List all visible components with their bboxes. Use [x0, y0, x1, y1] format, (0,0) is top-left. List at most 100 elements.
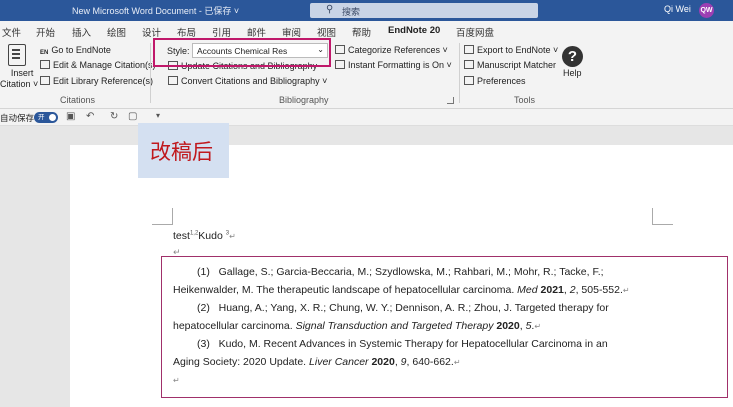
dialog-launcher-icon[interactable]: [447, 97, 454, 104]
tab-baidu[interactable]: 百度网盘: [456, 25, 494, 39]
reference-line: (1) Gallage, S.; Garcia-Beccaria, M.; Sz…: [173, 263, 653, 281]
customize-icon[interactable]: ▾: [156, 111, 160, 120]
edit-library-icon: [40, 76, 50, 85]
margin-corner-top-right: [652, 208, 673, 225]
redo-icon[interactable]: ↻: [110, 111, 118, 122]
manuscript-matcher-button[interactable]: Manuscript Matcher: [464, 60, 556, 70]
style-label: Style:: [167, 46, 190, 56]
search-box[interactable]: ⚲ 搜索: [310, 3, 538, 18]
endnote-icon: EN: [40, 50, 49, 56]
margin-corner-top-left: [152, 208, 173, 225]
preferences-icon: [464, 76, 474, 85]
reference-entry-3[interactable]: (3) Kudo, M. Recent Advances in Systemic…: [173, 335, 653, 390]
convert-label: Convert Citations and Bibliography ˅: [181, 76, 328, 86]
style-dropdown[interactable]: Accounts Chemical Res ⌄: [192, 43, 328, 58]
edit-manage-label: Edit & Manage Citation(s): [53, 60, 156, 70]
reference-number: (3): [197, 338, 210, 350]
quick-access-toolbar: 自动保存 开 ▣ ↶ ↻ ▢ ▾: [0, 109, 733, 126]
edit-manage-citations-button[interactable]: Edit & Manage Citation(s): [40, 60, 156, 70]
tab-file[interactable]: 文件: [2, 25, 21, 39]
reference-line: (2) Huang, A.; Yang, X. R.; Chung, W. Y.…: [173, 299, 653, 317]
tab-mailings[interactable]: 邮件: [247, 25, 266, 39]
reference-entry-2[interactable]: (2) Huang, A.; Yang, X. R.; Chung, W. Y.…: [173, 299, 653, 336]
preferences-label: Preferences: [477, 76, 526, 86]
tab-design[interactable]: 设计: [142, 25, 161, 39]
autosave-label: 自动保存: [0, 113, 35, 123]
paragraph-mark: ↵: [229, 232, 236, 241]
chevron-down-icon: ⌄: [317, 45, 324, 54]
tab-review[interactable]: 审阅: [282, 25, 301, 39]
reference-volume: 9: [400, 356, 407, 368]
help-icon[interactable]: ?: [562, 46, 583, 67]
reference-line: Heikenwalder, M. The therapeutic landsca…: [173, 284, 630, 296]
manuscript-matcher-icon: [464, 60, 474, 69]
undo-icon[interactable]: ↶: [86, 111, 94, 122]
user-name[interactable]: Qi Wei: [664, 4, 691, 14]
autosave-toggle[interactable]: 开: [34, 112, 58, 123]
ribbon: Insert Citation ˅ EN Go to EndNote Edit &…: [0, 40, 733, 109]
reference-journal: Liver Cancer: [309, 356, 369, 368]
manuscript-matcher-label: Manuscript Matcher: [477, 60, 557, 70]
reference-line: (3) Kudo, M. Recent Advances in Systemic…: [173, 335, 653, 353]
document-title[interactable]: New Microsoft Word Document - 已保存 ˅: [72, 4, 239, 17]
export-icon: [464, 45, 474, 54]
help-button-label[interactable]: Help: [563, 68, 582, 78]
reference-number: (2): [197, 302, 210, 314]
categorize-references-button[interactable]: Categorize References ˅: [335, 45, 448, 55]
citations-group-label: Citations: [60, 95, 96, 105]
reference-authors: Huang, A.; Yang, X. R.; Chung, W. Y.; De…: [218, 302, 609, 314]
title-bar: New Microsoft Word Document - 已保存 ˅ ⚲ 搜索…: [0, 0, 733, 21]
edit-citation-icon: [40, 60, 50, 69]
go-to-endnote-label: Go to EndNote: [51, 45, 111, 55]
tab-home[interactable]: 开始: [36, 25, 55, 39]
search-icon: ⚲: [326, 4, 334, 15]
format-icon[interactable]: ▢: [128, 111, 137, 122]
preferences-button[interactable]: Preferences: [464, 76, 526, 86]
avatar[interactable]: QW: [699, 3, 714, 18]
reference-pages: 505-552.: [581, 284, 623, 296]
reference-journal: Med: [517, 284, 538, 296]
body-text-2: Kudo: [198, 230, 226, 242]
style-value: Accounts Chemical Res: [197, 46, 288, 56]
tab-endnote[interactable]: EndNote 20: [388, 25, 441, 42]
edit-library-label: Edit Library Reference(s): [53, 76, 154, 86]
tab-references[interactable]: 引用: [212, 25, 231, 39]
reference-title: Heikenwalder, M. The therapeutic landsca…: [173, 284, 518, 296]
reference-year: 2020: [371, 356, 395, 368]
reference-line: hepatocellular carcinoma. Signal Transdu…: [173, 320, 542, 332]
update-label: Update Citations and Bibliography: [181, 61, 318, 71]
menu-bar: 文件 开始 插入 绘图 设计 布局 引用 邮件 审阅 视图 帮助 EndNote…: [0, 21, 733, 42]
ribbon-divider: [459, 43, 460, 103]
tab-help[interactable]: 帮助: [352, 25, 371, 39]
reference-authors: Kudo, M. Recent Advances in Systemic The…: [218, 338, 608, 350]
tools-group-label: Tools: [514, 95, 536, 105]
convert-citations-button[interactable]: Convert Citations and Bibliography ˅: [168, 76, 327, 86]
update-citations-button[interactable]: Update Citations and Bibliography: [168, 61, 317, 71]
reference-journal: Signal Transduction and Targeted Therapy: [295, 320, 494, 332]
reference-title: Aging Society: 2020 Update.: [173, 356, 310, 368]
save-icon[interactable]: ▣: [66, 111, 75, 122]
tab-insert[interactable]: 插入: [72, 25, 91, 39]
edit-library-reference-button[interactable]: Edit Library Reference(s): [40, 76, 153, 86]
body-paragraph[interactable]: test1,2Kudo 3↵: [173, 230, 236, 242]
instant-formatting-button[interactable]: Instant Formatting is On ˅: [335, 60, 452, 70]
bibliography-group-label: Bibliography: [279, 95, 329, 105]
tab-draw[interactable]: 绘图: [107, 25, 126, 39]
tab-layout[interactable]: 布局: [177, 25, 196, 39]
instant-formatting-label: Instant Formatting is On ˅: [348, 60, 452, 70]
export-to-endnote-button[interactable]: Export to EndNote ˅: [464, 45, 558, 55]
reference-entry-1[interactable]: (1) Gallage, S.; Garcia-Beccaria, M.; Sz…: [173, 263, 653, 300]
go-to-endnote-button[interactable]: EN Go to EndNote: [40, 45, 111, 59]
ribbon-divider: [150, 43, 151, 103]
reference-pages: 640-662.: [412, 356, 454, 368]
convert-icon: [168, 76, 178, 85]
instant-formatting-icon: [335, 60, 345, 69]
paragraph-mark: ↵: [173, 376, 180, 385]
tab-view[interactable]: 视图: [317, 25, 336, 39]
reference-year: 2020: [496, 320, 520, 332]
categorize-label: Categorize References ˅: [348, 45, 448, 55]
update-icon: [168, 61, 178, 70]
insert-citation-button[interactable]: Insert Citation ˅: [0, 68, 38, 90]
paragraph-mark: ↵: [622, 286, 630, 295]
insert-citation-icon[interactable]: [8, 44, 26, 66]
